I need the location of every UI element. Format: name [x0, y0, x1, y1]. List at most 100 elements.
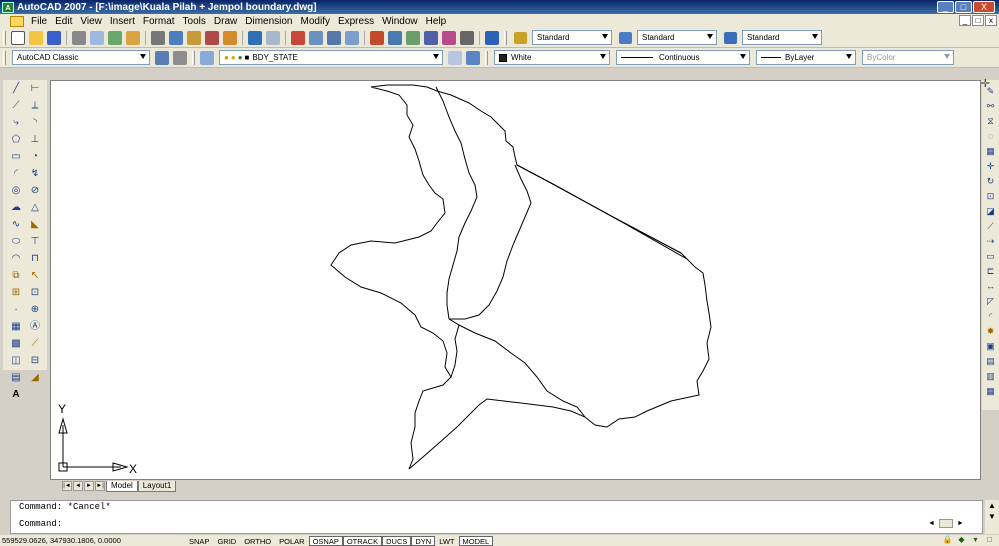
draworder-under-icon[interactable]: ▦	[984, 385, 997, 397]
make-object-layer-current-icon[interactable]	[448, 50, 462, 65]
rotate-icon[interactable]: ↻	[984, 175, 997, 187]
draworder-front-icon[interactable]: ▣	[984, 340, 997, 352]
gradient-icon[interactable]: ▩	[8, 337, 24, 351]
toolbar-grip[interactable]	[485, 50, 488, 65]
document-icon[interactable]	[10, 15, 24, 27]
chamfer-icon[interactable]: ◸	[984, 295, 997, 307]
dim-style-select[interactable]: Standard	[637, 30, 717, 45]
design-center-icon[interactable]	[388, 30, 402, 45]
aligned-dim-icon[interactable]: ⟂	[27, 99, 43, 113]
snap-toggle[interactable]: SNAP	[185, 536, 213, 546]
angular-dim-icon[interactable]: △	[27, 201, 43, 215]
minimize-button[interactable]: _	[937, 1, 954, 13]
autocad-icon[interactable]: A	[2, 1, 14, 13]
toolbar-grip[interactable]	[3, 30, 6, 45]
publish-icon[interactable]	[108, 30, 122, 45]
clean-screen-icon[interactable]: □	[984, 535, 995, 545]
insert-block-icon[interactable]: ⧉	[8, 269, 24, 283]
make-block-icon[interactable]: ⊞	[8, 286, 24, 300]
open-icon[interactable]	[29, 30, 43, 45]
scroll-up-icon[interactable]: ▲	[985, 500, 999, 511]
text-style-icon[interactable]	[514, 31, 527, 44]
ducs-toggle[interactable]: DUCS	[382, 535, 412, 546]
first-tab-button[interactable]: |◄	[62, 481, 72, 491]
join-icon[interactable]: ↔	[984, 280, 997, 292]
boundary-drawing[interactable]: Y X	[51, 81, 982, 481]
command-window[interactable]: Command: *Cancel* Command:	[10, 500, 983, 534]
layer-previous-icon[interactable]	[466, 50, 480, 65]
copy-icon[interactable]: ⚯	[984, 100, 997, 112]
spline-icon[interactable]: ∿	[8, 218, 24, 232]
zoom-previous-icon[interactable]	[345, 30, 359, 45]
drawing-area[interactable]: ✛ Y X	[50, 78, 990, 481]
fillet-icon[interactable]: ◜	[984, 310, 997, 322]
ellipse-arc-icon[interactable]: ◠	[8, 252, 24, 266]
prev-tab-button[interactable]: ◄	[73, 481, 83, 491]
ordinate-dim-icon[interactable]: ⊥	[27, 133, 43, 147]
color-select[interactable]: White	[494, 50, 610, 65]
osnap-toggle[interactable]: OSNAP	[308, 535, 343, 546]
revision-cloud-icon[interactable]: ☁	[8, 201, 24, 215]
jogged-dim-icon[interactable]: ↯	[27, 167, 43, 181]
next-tab-button[interactable]: ►	[84, 481, 94, 491]
menu-format[interactable]: Format	[139, 16, 179, 27]
command-scrollbar[interactable]: ▲ ▼	[985, 500, 999, 534]
center-mark-icon[interactable]: ⊕	[27, 303, 43, 317]
menu-tools[interactable]: Tools	[179, 16, 210, 27]
explode-icon[interactable]: ✸	[984, 325, 997, 337]
point-icon[interactable]: ·	[8, 303, 24, 317]
sheet-set-icon[interactable]	[424, 30, 438, 45]
maximize-button[interactable]: □	[955, 1, 972, 13]
redo-icon[interactable]	[266, 30, 280, 45]
dim-text-edit-icon[interactable]: ⟋	[27, 337, 43, 351]
plot-icon[interactable]	[72, 30, 86, 45]
qnew-icon[interactable]	[11, 30, 25, 45]
doc-restore-button[interactable]: □	[972, 15, 984, 26]
layer-manager-icon[interactable]	[200, 50, 214, 65]
radius-dim-icon[interactable]: ◔	[27, 150, 43, 164]
multiline-text-icon[interactable]: A	[8, 388, 24, 402]
quick-dim-icon[interactable]: ◣	[27, 218, 43, 232]
menu-express[interactable]: Express	[334, 16, 378, 27]
doc-close-button[interactable]: x	[985, 15, 997, 26]
menu-modify[interactable]: Modify	[297, 16, 334, 27]
rectangle-icon[interactable]: ▭	[8, 150, 24, 164]
last-tab-button[interactable]: ►|	[95, 481, 105, 491]
table-style-icon[interactable]	[724, 31, 737, 44]
menu-draw[interactable]: Draw	[210, 16, 241, 27]
help-icon[interactable]	[485, 30, 499, 45]
text-style-select[interactable]: Standard	[532, 30, 612, 45]
menu-file[interactable]: File	[27, 16, 51, 27]
menu-window[interactable]: Window	[378, 16, 422, 27]
linear-dim-icon[interactable]: ⊢	[27, 82, 43, 96]
lineweight-select[interactable]: ByLayer	[756, 50, 856, 65]
dim-style-icon[interactable]	[619, 31, 632, 44]
break-icon[interactable]: ⊏	[984, 265, 997, 277]
3d-dwf-icon[interactable]	[126, 30, 140, 45]
diameter-dim-icon[interactable]: ⊘	[27, 184, 43, 198]
scroll-right-icon[interactable]: ►	[957, 520, 964, 527]
properties-icon[interactable]	[370, 30, 384, 45]
layer-select[interactable]: ● ● ● ■ BDY_STATE	[219, 50, 443, 65]
array-icon[interactable]: ▦	[984, 145, 997, 157]
dim-edit-icon[interactable]: Ⓐ	[27, 320, 43, 334]
otrack-toggle[interactable]: OTRACK	[342, 535, 383, 546]
menu-edit[interactable]: Edit	[51, 16, 76, 27]
continue-dim-icon[interactable]: ⊓	[27, 252, 43, 266]
toolbar-grip[interactable]	[504, 30, 507, 45]
grid-toggle[interactable]: GRID	[213, 536, 240, 546]
linetype-select[interactable]: Continuous	[616, 50, 750, 65]
dyn-toggle[interactable]: DYN	[411, 535, 436, 546]
pan-icon[interactable]	[291, 30, 305, 45]
circle-icon[interactable]: ◎	[8, 184, 24, 198]
dim-update-icon[interactable]: ⊟	[27, 354, 43, 368]
lwt-toggle[interactable]: LWT	[435, 536, 458, 546]
baseline-dim-icon[interactable]: ⊤	[27, 235, 43, 249]
command-horizontal-scrollbar[interactable]: ◄ ►	[928, 517, 974, 529]
quick-leader-icon[interactable]: ↖	[27, 269, 43, 283]
ellipse-icon[interactable]: ⬭	[8, 235, 24, 249]
region-icon[interactable]: ◫	[8, 354, 24, 368]
communication-center-icon[interactable]: ◆	[956, 535, 967, 545]
draworder-back-icon[interactable]: ▤	[984, 355, 997, 367]
block-editor-icon[interactable]	[223, 30, 237, 45]
